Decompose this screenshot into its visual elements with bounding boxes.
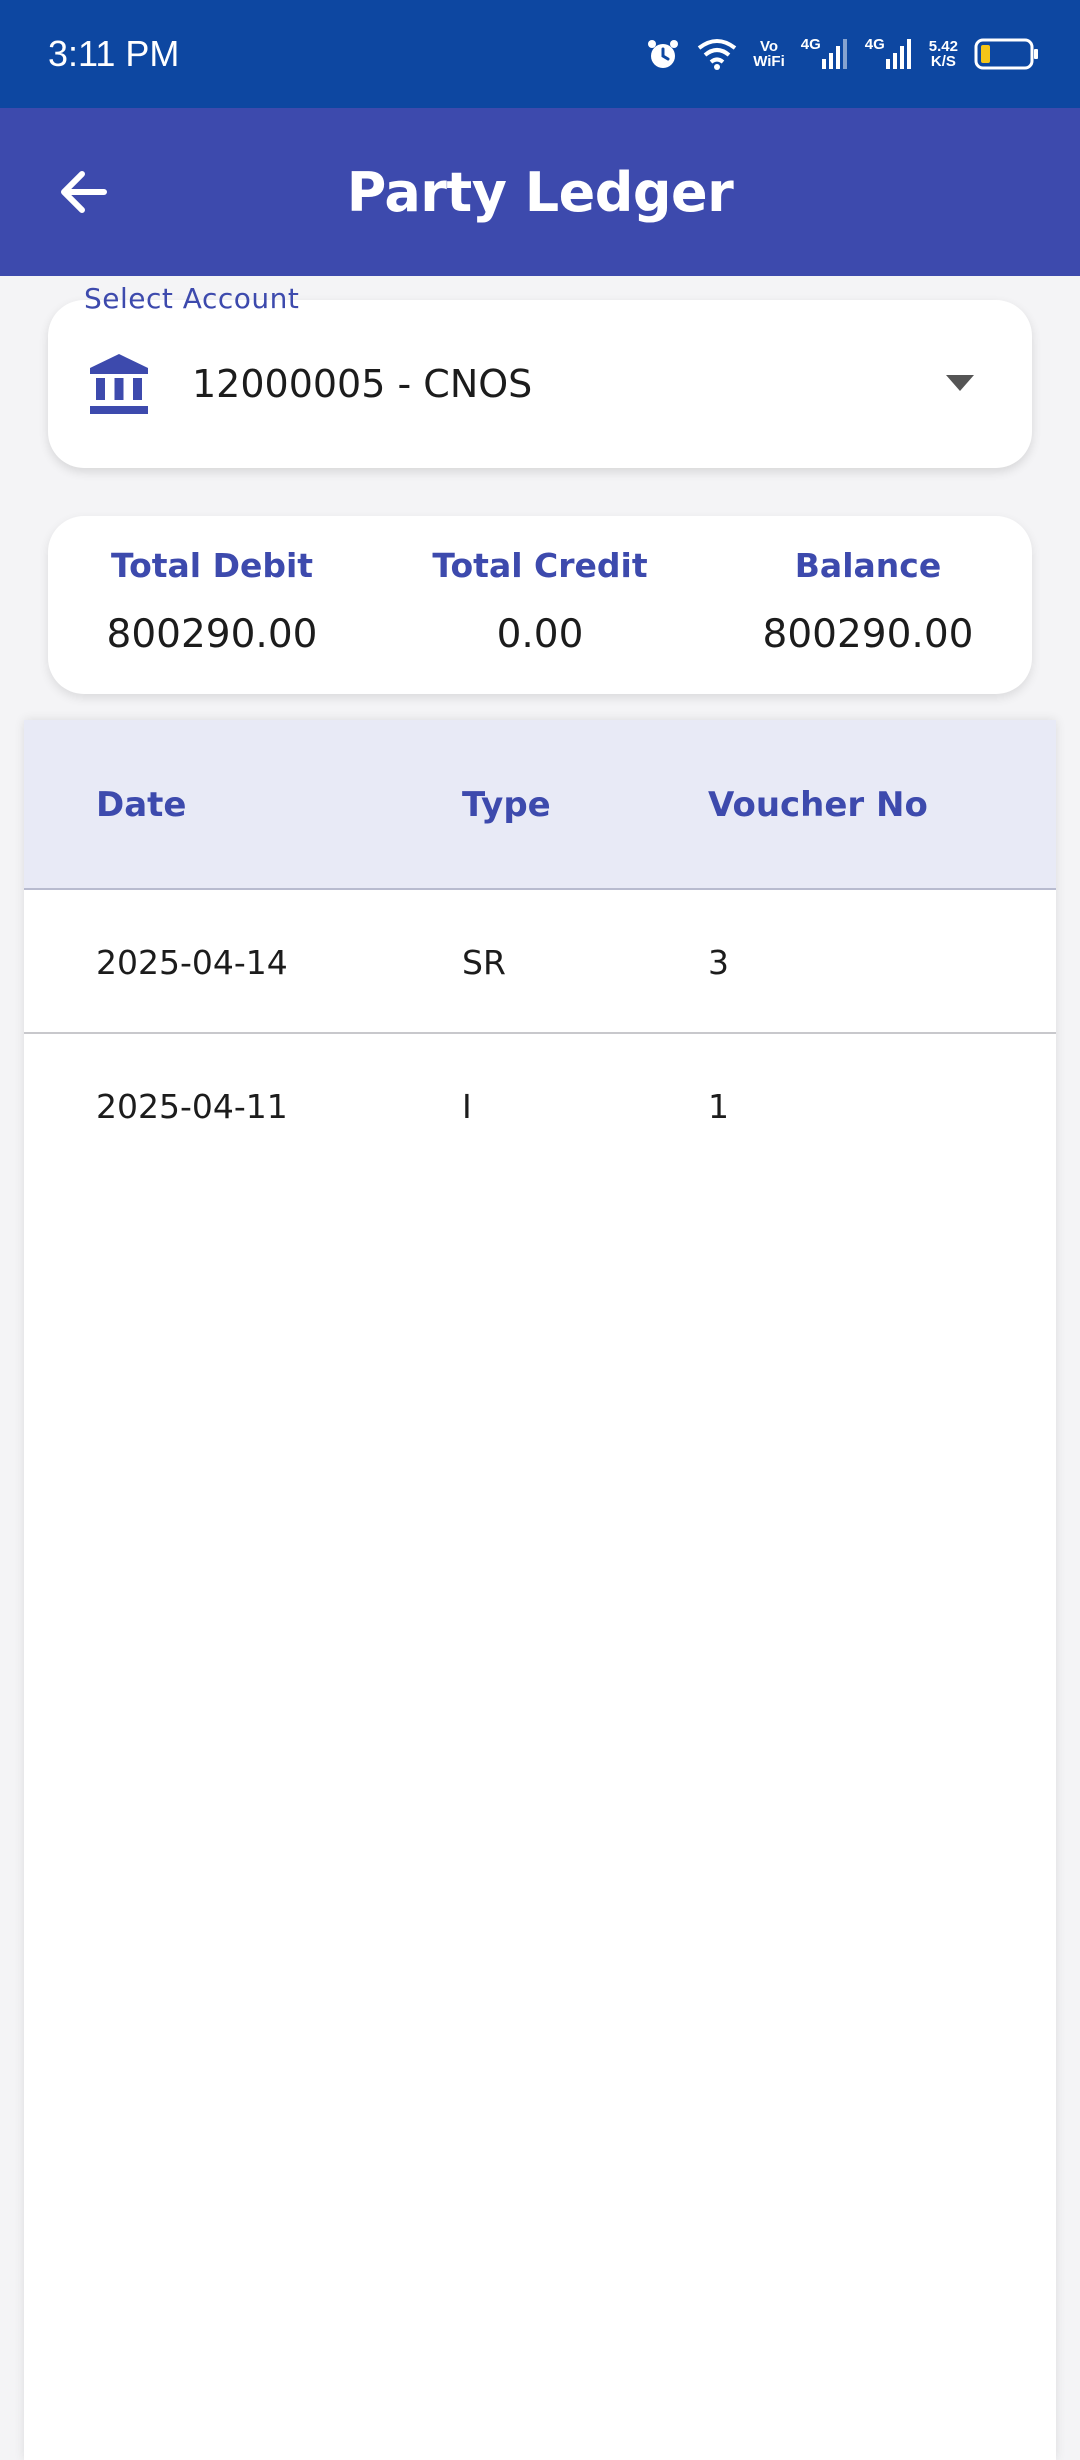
battery-icon	[974, 37, 1040, 71]
volte-top: Vo	[759, 38, 779, 55]
volte-indicator: Vo WiFi	[753, 39, 785, 69]
net-type-1: 4G	[800, 36, 821, 53]
cell-type: I	[462, 1086, 472, 1126]
account-value: 12000005 - CNOS	[192, 362, 533, 406]
network-speed: 5.42 K/S	[929, 39, 958, 69]
column-header-voucher: Voucher No	[708, 785, 928, 825]
signal-icon	[885, 39, 911, 69]
cell-voucher: 3	[708, 942, 729, 982]
cell-type: SR	[462, 942, 506, 982]
cell-date: 2025-04-14	[96, 942, 288, 982]
app-bar: Party Ledger	[0, 108, 1080, 276]
total-credit-value: 0.00	[496, 612, 584, 657]
total-credit: Total Credit 0.00	[376, 516, 704, 694]
status-icons: Vo WiFi 4G 4G 5.42 K/S	[645, 36, 1040, 72]
table-header: Date Type Voucher No	[24, 720, 1056, 890]
cell-voucher: 1	[708, 1086, 729, 1126]
status-bar: 3:11 PM Vo WiFi 4G 4G 5.42 K/S	[0, 0, 1080, 108]
signal-1: 4G	[801, 37, 849, 71]
account-selector[interactable]: 12000005 - CNOS	[48, 300, 1032, 468]
alarm-icon	[645, 36, 681, 72]
total-debit: Total Debit 800290.00	[48, 516, 376, 694]
chevron-down-icon	[946, 375, 974, 391]
signal-icon	[821, 39, 847, 69]
speed-unit: K/S	[930, 53, 956, 70]
total-debit-value: 800290.00	[106, 612, 318, 657]
account-label: Select Account	[84, 282, 300, 315]
speed-value: 5.42	[928, 38, 958, 55]
battery-fill	[981, 45, 990, 63]
page-title: Party Ledger	[346, 160, 734, 224]
wifi-icon	[697, 38, 737, 70]
column-header-type: Type	[462, 785, 551, 825]
cell-date: 2025-04-11	[96, 1086, 288, 1126]
bank-icon	[90, 354, 148, 414]
total-debit-label: Total Debit	[110, 546, 314, 585]
balance-value: 800290.00	[762, 612, 974, 657]
balance: Balance 800290.00	[704, 516, 1032, 694]
ledger-table: Date Type Voucher No 2025-04-14 SR 3 202…	[24, 720, 1056, 2460]
summary-card: Total Debit 800290.00 Total Credit 0.00 …	[48, 516, 1032, 694]
balance-label: Balance	[794, 546, 942, 585]
total-credit-label: Total Credit	[432, 546, 648, 585]
status-time: 3:11 PM	[48, 33, 180, 74]
net-type-2: 4G	[864, 36, 885, 53]
table-row[interactable]: 2025-04-14 SR 3	[24, 890, 1056, 1034]
volte-bottom: WiFi	[753, 53, 785, 70]
signal-2: 4G	[865, 37, 913, 71]
table-row[interactable]: 2025-04-11 I 1	[24, 1034, 1056, 1178]
column-header-date: Date	[96, 785, 187, 825]
